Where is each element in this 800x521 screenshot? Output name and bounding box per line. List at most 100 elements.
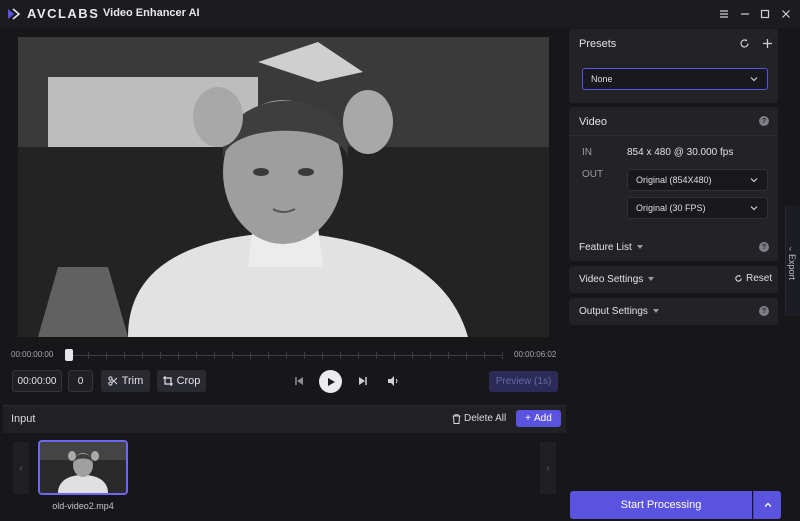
close-icon[interactable] [778, 6, 794, 22]
timeline-end-time: 00:00:06:02 [514, 350, 557, 359]
crop-icon [162, 376, 173, 386]
timeline-tick [448, 352, 449, 359]
out-fps-select[interactable]: Original (30 FPS) [627, 197, 768, 219]
timeline-tick [160, 352, 161, 359]
frame-input[interactable]: 0 [68, 370, 93, 392]
settings-sidebar: Presets None Video ? IN 854 x 480 @ 30.0… [566, 28, 800, 521]
timeline-tick [214, 352, 215, 359]
minimize-icon[interactable] [737, 6, 753, 22]
add-preset-icon[interactable] [762, 38, 773, 49]
add-label: Add [534, 413, 552, 424]
out-resolution-select[interactable]: Original (854X480) [627, 169, 768, 191]
timeline-tick [142, 352, 143, 359]
caret-down-icon [636, 245, 643, 250]
video-frame-image [18, 37, 549, 337]
scroll-left-button[interactable]: ‹ [13, 442, 29, 494]
timeline-tick [268, 352, 269, 359]
help-icon[interactable]: ? [759, 116, 769, 126]
timeline-tick [358, 352, 359, 359]
refresh-icon[interactable] [739, 38, 750, 49]
help-icon[interactable]: ? [759, 242, 769, 252]
chevron-down-icon [750, 77, 758, 82]
chevron-right-icon: › [546, 462, 550, 474]
crop-button[interactable]: Crop [157, 370, 206, 392]
input-title: Input [11, 413, 36, 425]
timeline-tick [376, 352, 377, 359]
timeline-tick [178, 352, 179, 359]
start-processing-label: Start Processing [620, 499, 702, 511]
timeline-tick [394, 352, 395, 359]
skip-back-icon[interactable] [292, 374, 306, 388]
preview-button[interactable]: Preview (1s) [489, 371, 558, 392]
skip-forward-icon[interactable] [356, 374, 370, 388]
scissors-icon [108, 376, 118, 386]
timeline-tick [196, 352, 197, 359]
thumbnail-image [40, 442, 126, 493]
feature-list-title: Feature List [579, 242, 643, 253]
delete-all-label: Delete All [464, 413, 507, 424]
timeline-tick [286, 352, 287, 359]
add-button[interactable]: + Add [516, 410, 561, 427]
timeline-tick [88, 352, 89, 359]
avclabs-logo-icon [8, 8, 21, 20]
preview-label: Preview (1s) [495, 376, 552, 387]
caret-down-icon [648, 277, 655, 282]
timeline-tick [502, 352, 503, 359]
reset-label: Reset [746, 273, 773, 284]
trim-button[interactable]: Trim [101, 370, 150, 392]
presets-selected: None [591, 74, 613, 84]
plus-icon: + [525, 413, 532, 424]
chevron-up-icon [764, 502, 771, 507]
help-icon[interactable]: ? [759, 306, 769, 316]
video-title: Video [579, 116, 607, 128]
feature-list-panel[interactable]: Feature List ? [569, 234, 778, 261]
chevron-left-icon: ‹ [789, 244, 792, 253]
volume-icon[interactable] [386, 374, 400, 388]
timeline-track[interactable] [70, 352, 503, 359]
in-value: 854 x 480 @ 30.000 fps [627, 147, 734, 158]
export-label: Export [787, 254, 797, 281]
timeline-tick [232, 352, 233, 359]
trim-label: Trim [121, 375, 144, 387]
output-settings-panel[interactable]: Output Settings ? [569, 298, 778, 325]
out-fps-value: Original (30 FPS) [636, 203, 706, 213]
timeline-tick [250, 352, 251, 359]
reset-icon [735, 274, 742, 282]
video-preview[interactable] [18, 37, 549, 337]
menu-icon[interactable] [716, 6, 732, 22]
out-resolution-value: Original (854X480) [636, 175, 712, 185]
timeline-tick [430, 352, 431, 359]
play-icon [327, 377, 335, 386]
divider [569, 135, 778, 136]
timeline-playhead[interactable] [65, 349, 73, 361]
start-options-button[interactable] [753, 491, 781, 519]
chevron-left-icon: ‹ [19, 462, 23, 474]
presets-panel: Presets None [569, 29, 778, 103]
out-label: OUT [582, 169, 604, 180]
file-name: old-video2.mp4 [52, 501, 114, 511]
timeline-tick [124, 352, 125, 359]
time-input[interactable]: 00:00:00 [12, 370, 62, 392]
presets-title: Presets [579, 38, 617, 50]
frame-input-value: 0 [77, 375, 84, 387]
output-settings-title: Output Settings [579, 306, 659, 317]
presets-select[interactable]: None [582, 68, 768, 90]
in-label: IN [582, 147, 592, 158]
timeline-tick [304, 352, 305, 359]
scroll-right-button[interactable]: › [540, 442, 556, 494]
brand-name: AVCLABS [27, 6, 100, 21]
product-name: Video Enhancer AI [103, 7, 200, 19]
video-settings-panel[interactable]: Video Settings Reset [569, 266, 778, 293]
caret-down-icon [652, 309, 659, 314]
delete-all-button[interactable]: Delete All [452, 413, 506, 424]
title-bar: AVCLABS Video Enhancer AI [0, 0, 800, 28]
reset-button[interactable]: Reset [734, 273, 772, 284]
crop-label: Crop [176, 375, 201, 387]
timeline-tick [484, 352, 485, 359]
maximize-icon[interactable] [757, 6, 773, 22]
play-button[interactable] [319, 370, 342, 393]
file-thumbnail[interactable] [38, 440, 128, 495]
start-processing-button[interactable]: Start Processing [570, 491, 752, 519]
timeline-tick [412, 352, 413, 359]
video-settings-title: Video Settings [579, 274, 655, 285]
